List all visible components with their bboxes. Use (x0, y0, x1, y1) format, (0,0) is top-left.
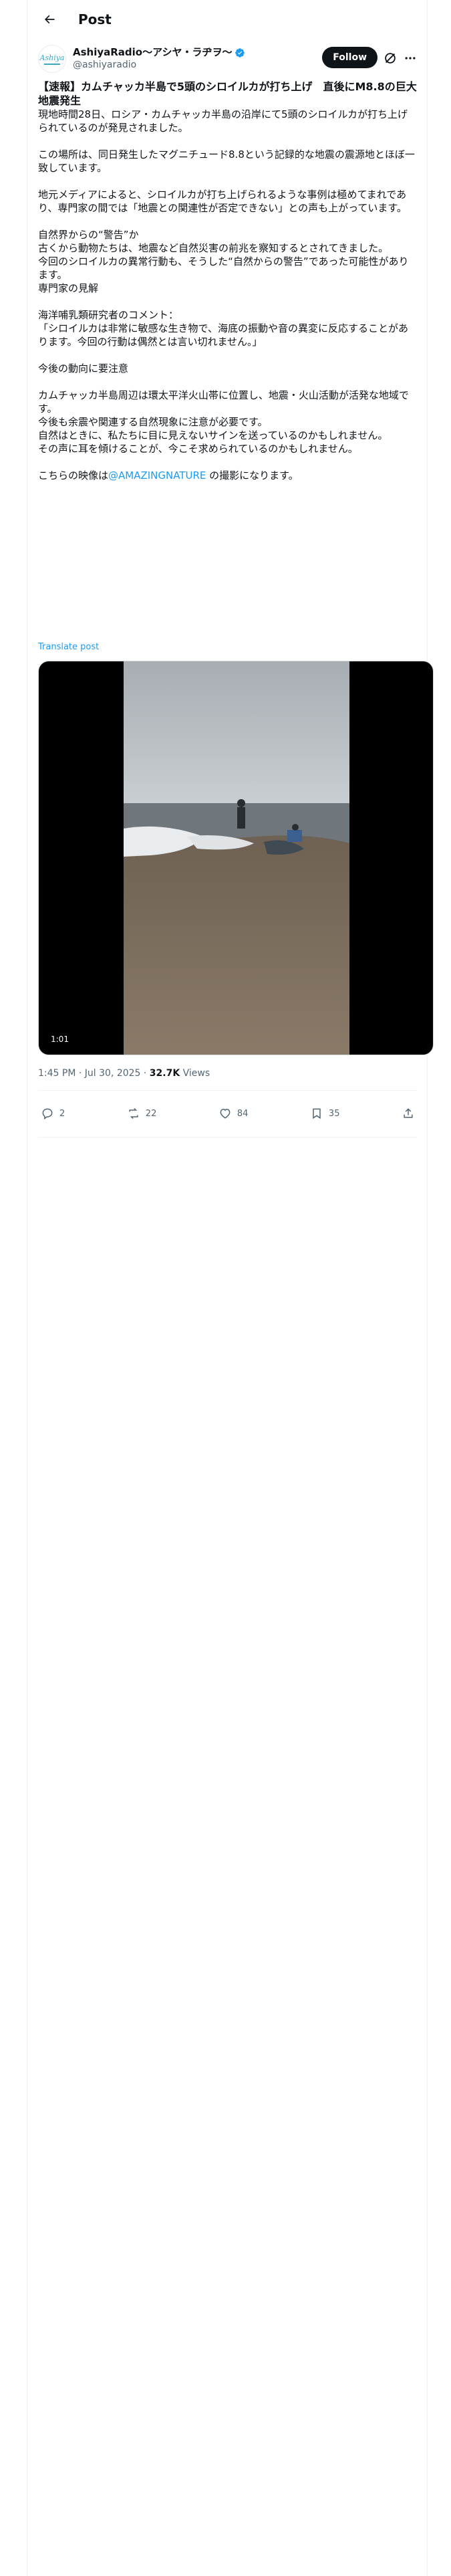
like-count: 84 (237, 1108, 249, 1119)
post-body-tail: の撮影になります。 (206, 469, 299, 481)
video-player[interactable]: 1:01 (38, 661, 434, 1055)
svg-text:Ashiya: Ashiya (39, 53, 65, 62)
bookmark-button[interactable]: 35 (310, 1107, 340, 1120)
reply-count: 2 (59, 1108, 65, 1119)
share-icon (404, 1108, 413, 1118)
back-button[interactable] (38, 8, 61, 31)
more-options-button[interactable] (403, 51, 418, 66)
share-button[interactable] (402, 1107, 415, 1120)
verified-badge-icon (235, 47, 245, 58)
author-display-name[interactable]: AshiyaRadio〜アシヤ・ラヂヲ〜 (73, 46, 245, 59)
divider (38, 1137, 418, 1138)
author-handle[interactable]: @ashiyaradio (73, 59, 245, 72)
video-frame (124, 661, 349, 1055)
heart-icon (220, 1108, 231, 1119)
post-meta: 1:45 PM · Jul 30, 2025 · 32.7K Views (38, 1068, 210, 1079)
like-button[interactable]: 84 (218, 1107, 249, 1120)
reply-button[interactable]: 2 (41, 1107, 65, 1120)
post-body: 現地時間28日、ロシア・カムチャッカ半島の沿岸にて5頭のシロイルカが打ち上げられ… (38, 108, 415, 481)
more-horizontal-icon (405, 57, 416, 60)
translate-post-link[interactable]: Translate post (38, 642, 99, 652)
divider (38, 1090, 418, 1091)
repost-icon (129, 1107, 138, 1119)
mention-link[interactable]: @AMAZINGNATURE (108, 469, 206, 481)
post-timestamp[interactable]: 1:45 PM · Jul 30, 2025 · (38, 1068, 150, 1079)
author-names: AshiyaRadio〜アシヤ・ラヂヲ〜 @ashiyaradio (73, 46, 245, 72)
bookmark-count: 35 (328, 1108, 340, 1119)
page-title: Post (78, 11, 112, 27)
bookmark-icon (313, 1108, 321, 1119)
arrow-left-icon (44, 15, 55, 24)
avatar[interactable]: Ashiya (38, 45, 66, 73)
reply-icon (42, 1108, 53, 1119)
repost-count: 22 (145, 1108, 157, 1119)
post-detail-column: Post Ashiya AshiyaRadio〜アシヤ・ラヂヲ〜 @ashiya… (27, 0, 434, 2576)
post-text: 【速報】カムチャッカ半島で5頭のシロイルカが打ち上げ 直後にM8.8の巨大地震発… (38, 80, 418, 482)
views-count: 32.7K (149, 1068, 180, 1079)
views-label: Views (180, 1068, 210, 1079)
author-name-text: AshiyaRadio〜アシヤ・ラヂヲ〜 (73, 46, 233, 58)
post-author-header: Ashiya AshiyaRadio〜アシヤ・ラヂヲ〜 @ashiyaradio… (38, 43, 418, 75)
avatar-logo-icon: Ashiya (39, 53, 65, 65)
grok-icon[interactable] (383, 51, 398, 66)
video-duration: 1:01 (47, 1033, 73, 1045)
top-bar: Post (27, 0, 428, 39)
action-bar: 2 22 84 35 (38, 1097, 418, 1130)
repost-button[interactable]: 22 (127, 1107, 157, 1120)
post-headline: 【速報】カムチャッカ半島で5頭のシロイルカが打ち上げ 直後にM8.8の巨大地震発… (38, 80, 417, 107)
follow-button[interactable]: Follow (322, 47, 378, 68)
